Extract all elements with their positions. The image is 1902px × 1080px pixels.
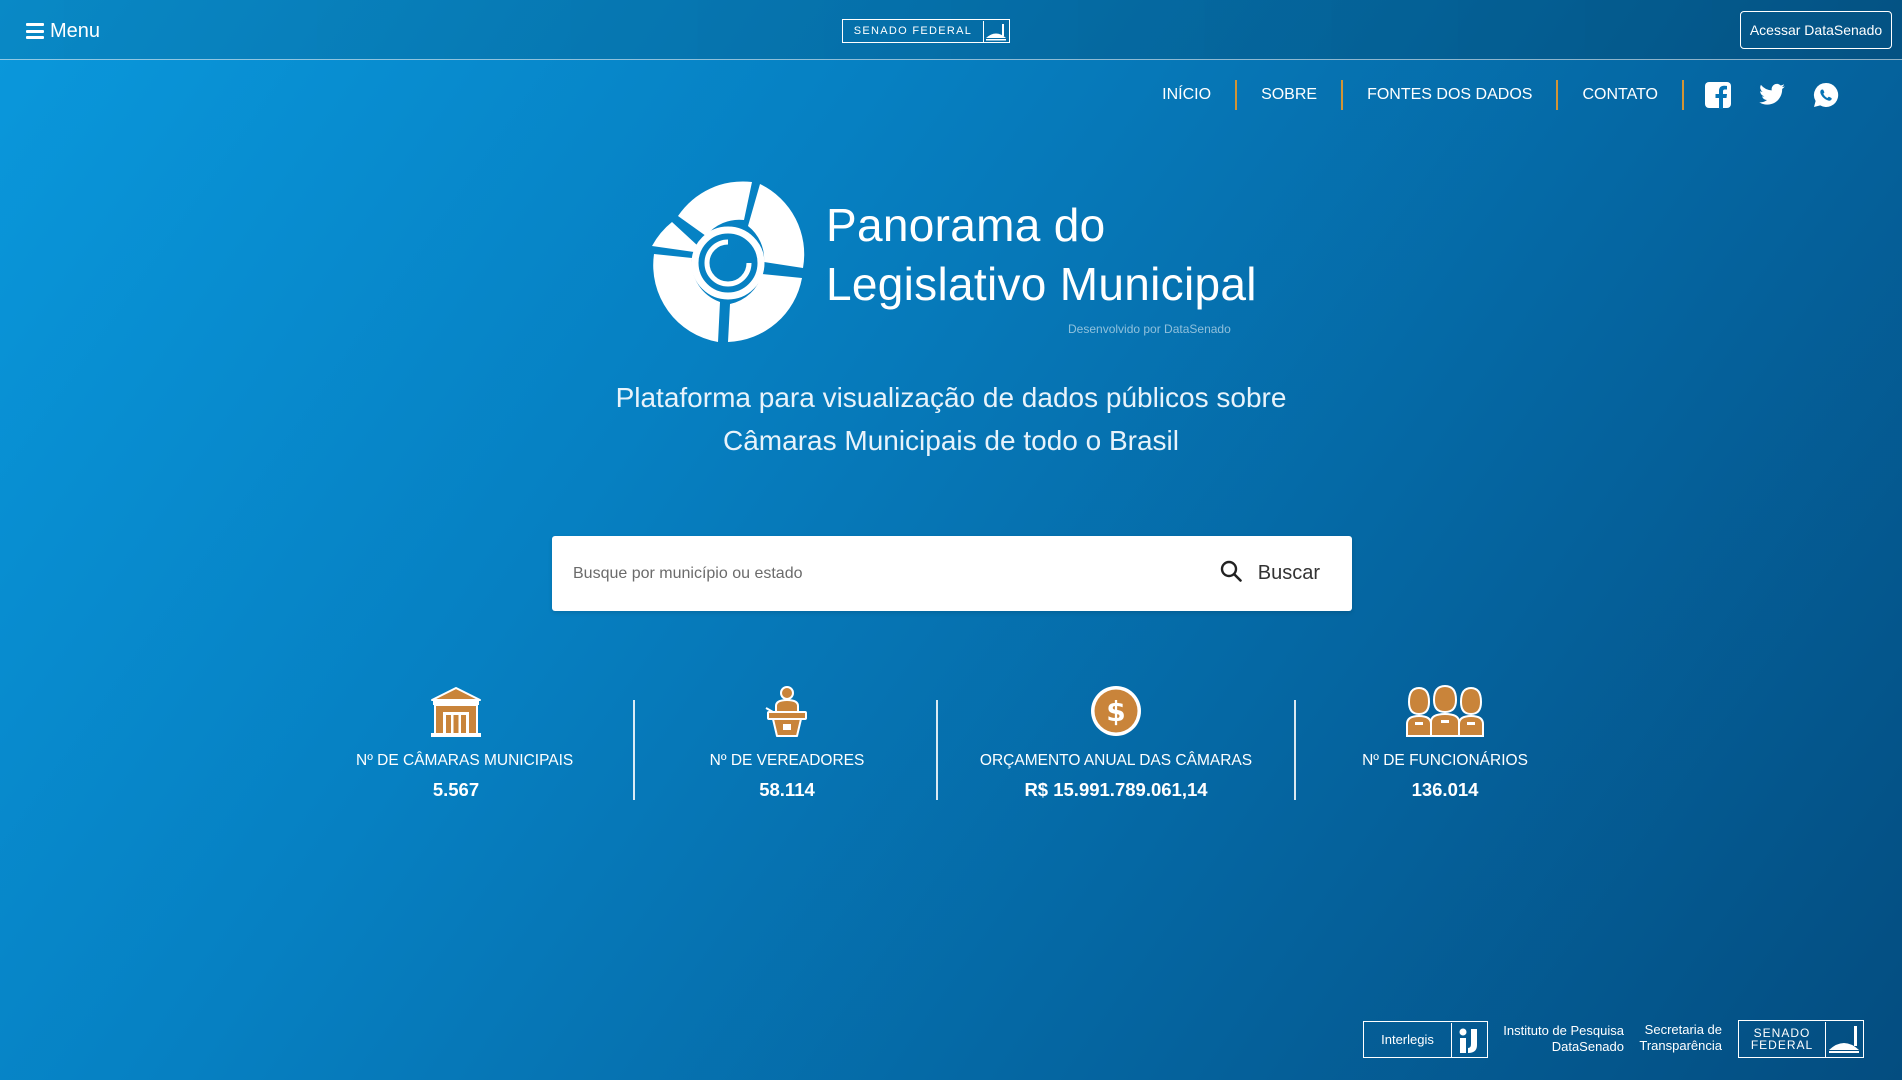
senado-federal-footer-logo[interactable]: SENADO FEDERAL bbox=[1738, 1020, 1864, 1058]
stat-divider bbox=[936, 700, 938, 800]
main-nav: INÍCIO SOBRE FONTES DOS DADOS CONTATO bbox=[1162, 78, 1840, 112]
speaker-podium-icon bbox=[760, 684, 814, 738]
stat-camaras-label: Nº DE CÂMARAS MUNICIPAIS bbox=[356, 752, 574, 769]
senado-footer-line-2: FEDERAL bbox=[1750, 1038, 1814, 1052]
stat-funcionarios-label: Nº DE FUNCIONÁRIOS bbox=[1362, 752, 1528, 769]
page-title-line-1: Panorama do bbox=[826, 199, 1106, 251]
stat-camaras-value: 5.567 bbox=[432, 779, 480, 800]
secretaria-transparencia-logo[interactable]: Secretaria de Transparência bbox=[1630, 1022, 1722, 1054]
people-group-icon bbox=[1403, 684, 1487, 738]
social-links bbox=[1684, 81, 1840, 109]
page-title-line-2: Legislativo Municipal bbox=[826, 258, 1257, 310]
search-box: Buscar bbox=[552, 536, 1352, 611]
nav-item-sobre[interactable]: SOBRE bbox=[1237, 80, 1344, 110]
instituto-datasenado-logo[interactable]: Instituto de Pesquisa DataSenado bbox=[1500, 1023, 1624, 1055]
nav-item-fontes-dos-dados[interactable]: FONTES DOS DADOS bbox=[1343, 80, 1559, 110]
stat-vereadores-value: 58.114 bbox=[759, 779, 815, 800]
facebook-icon[interactable] bbox=[1704, 81, 1732, 109]
menu-label: Menu bbox=[50, 19, 101, 42]
stat-vereadores: Nº DE VEREADORES 58.114 bbox=[687, 684, 887, 801]
twitter-icon[interactable] bbox=[1758, 81, 1786, 109]
developed-by-text: Desenvolvido por DataSenado bbox=[1068, 322, 1231, 336]
nav-item-contato[interactable]: CONTATO bbox=[1558, 80, 1684, 110]
stat-divider bbox=[1294, 700, 1296, 800]
search-button[interactable]: Buscar bbox=[1210, 536, 1352, 611]
senado-footer-text: SENADO FEDERAL bbox=[1739, 1027, 1825, 1051]
hero-subtitle-line-1: Plataforma para visualização de dados pú… bbox=[615, 382, 1287, 413]
svg-text:$: $ bbox=[1106, 695, 1125, 728]
senado-building-icon bbox=[983, 20, 1009, 42]
search-button-label: Buscar bbox=[1257, 562, 1320, 584]
stat-orcamento: $ ORÇAMENTO ANUAL DAS CÂMARAS R$ 15.991.… bbox=[966, 684, 1266, 801]
top-bar: Menu SENADO FEDERAL Acessar DataSenado bbox=[0, 0, 1902, 60]
secretaria-line-1: Secretaria de bbox=[1644, 1022, 1722, 1037]
dollar-coin-icon: $ bbox=[1089, 684, 1143, 738]
hero-subtitle-line-2: Câmaras Municipais de todo o Brasil bbox=[723, 425, 1179, 456]
senado-federal-logo-text: SENADO FEDERAL bbox=[853, 25, 973, 37]
stat-divider bbox=[633, 700, 635, 800]
stat-orcamento-value: R$ 15.991.789.061,14 bbox=[1024, 779, 1208, 800]
whatsapp-icon[interactable] bbox=[1812, 81, 1840, 109]
instituto-line-2: DataSenado bbox=[1551, 1039, 1624, 1054]
senado-building-icon bbox=[1825, 1021, 1863, 1057]
secretaria-line-2: Transparência bbox=[1639, 1038, 1722, 1053]
search-icon bbox=[1220, 560, 1242, 588]
stat-vereadores-label: Nº DE VEREADORES bbox=[709, 752, 865, 769]
interlegis-mark-icon bbox=[1451, 1022, 1487, 1057]
access-datasenado-button[interactable]: Acessar DataSenado bbox=[1740, 11, 1892, 49]
hamburger-icon bbox=[26, 23, 44, 39]
stat-funcionarios-value: 136.014 bbox=[1411, 779, 1479, 800]
panorama-logo-icon bbox=[648, 178, 808, 346]
page-title: Panorama do Legislativo Municipal bbox=[826, 196, 1257, 314]
instituto-line-1: Instituto de Pesquisa bbox=[1503, 1023, 1624, 1038]
hero-subtitle: Plataforma para visualização de dados pú… bbox=[500, 376, 1402, 462]
stat-funcionarios: Nº DE FUNCIONÁRIOS 136.014 bbox=[1345, 684, 1545, 801]
stat-orcamento-label: ORÇAMENTO ANUAL DAS CÂMARAS bbox=[979, 752, 1253, 769]
menu-button[interactable]: Menu bbox=[26, 18, 100, 44]
building-icon bbox=[429, 684, 483, 738]
interlegis-logo[interactable]: Interlegis bbox=[1363, 1021, 1488, 1058]
senado-federal-logo[interactable]: SENADO FEDERAL bbox=[842, 19, 1010, 43]
nav-item-inicio[interactable]: INÍCIO bbox=[1162, 80, 1238, 110]
interlegis-logo-text: Interlegis bbox=[1381, 1032, 1434, 1047]
search-input[interactable] bbox=[552, 536, 1210, 611]
stat-camaras: Nº DE CÂMARAS MUNICIPAIS 5.567 bbox=[356, 684, 574, 801]
